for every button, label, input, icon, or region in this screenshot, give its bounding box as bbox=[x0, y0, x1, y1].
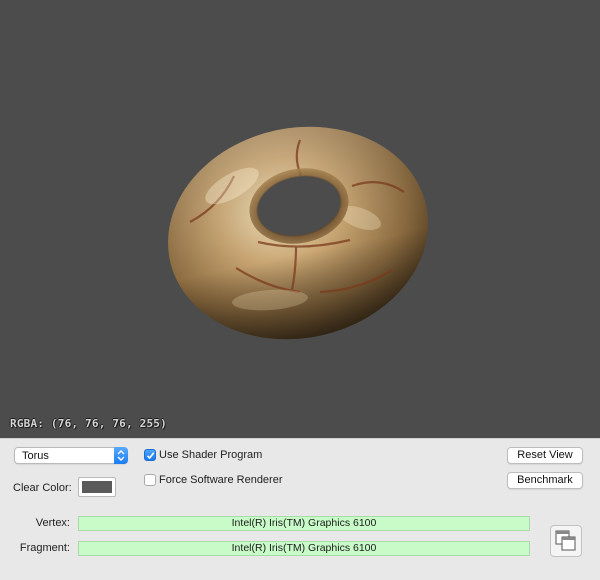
rgba-readout: RGBA: (76, 76, 76, 255) bbox=[10, 417, 167, 430]
force-software-label: Force Software Renderer bbox=[159, 474, 283, 486]
torus-model[interactable] bbox=[0, 0, 600, 438]
clear-color-label: Clear Color: bbox=[13, 482, 72, 494]
benchmark-button[interactable]: Benchmark bbox=[507, 472, 583, 489]
force-software-checkbox[interactable] bbox=[144, 474, 156, 486]
popup-arrows-icon bbox=[114, 447, 128, 464]
window-stack-button[interactable] bbox=[550, 525, 582, 557]
shape-popup-value: Torus bbox=[22, 450, 49, 462]
window-stack-icon bbox=[555, 530, 576, 551]
clear-color-well[interactable] bbox=[78, 477, 116, 497]
shape-popup[interactable]: Torus bbox=[14, 447, 128, 464]
controls-panel: Torus Use Shader Program Force Software … bbox=[0, 438, 600, 580]
fragment-renderer-field: Intel(R) Iris(TM) Graphics 6100 bbox=[78, 541, 530, 556]
use-shader-label: Use Shader Program bbox=[159, 449, 263, 461]
clear-color-swatch bbox=[82, 481, 112, 493]
vertex-label: Vertex: bbox=[35, 517, 70, 529]
reset-view-button[interactable]: Reset View bbox=[507, 447, 583, 464]
gl-viewport[interactable]: RGBA: (76, 76, 76, 255) bbox=[0, 0, 600, 438]
vertex-renderer-field: Intel(R) Iris(TM) Graphics 6100 bbox=[78, 516, 530, 531]
fragment-label: Fragment: bbox=[19, 542, 70, 554]
use-shader-checkbox[interactable] bbox=[144, 449, 156, 461]
